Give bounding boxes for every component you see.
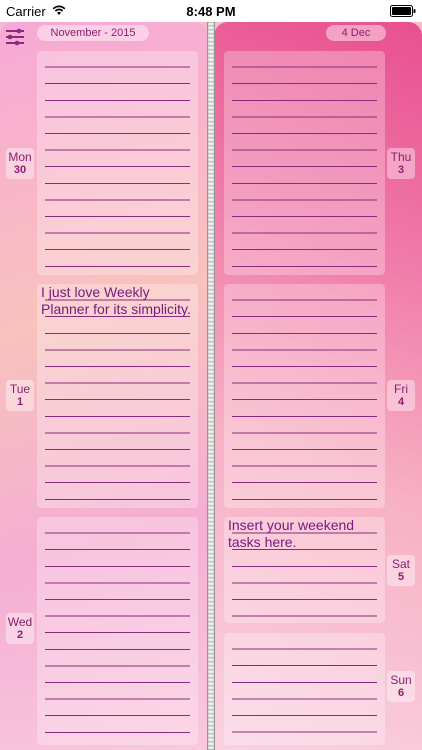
day-number: 4: [397, 396, 405, 408]
battery-icon: [390, 5, 416, 17]
day-number: 3: [397, 164, 405, 176]
day-name: Tue: [9, 382, 31, 396]
day-name: Sun: [390, 673, 412, 687]
day-box-mon[interactable]: [37, 51, 198, 275]
day-number: 1: [16, 396, 24, 408]
day-box-thu[interactable]: [224, 51, 385, 275]
book-spine: [207, 22, 215, 750]
day-label-wed: Wed 2: [6, 613, 34, 644]
date-selector[interactable]: 4 Dec: [326, 25, 386, 41]
day-label-sat: Sat 5: [387, 555, 415, 586]
day-box-fri[interactable]: [224, 284, 385, 508]
day-number: 6: [397, 687, 405, 699]
day-label-fri: Fri 4: [387, 380, 415, 411]
day-label-tue: Tue 1: [6, 380, 34, 411]
note-tue[interactable]: I just love Weekly Planner for its simpl…: [41, 284, 194, 317]
month-selector[interactable]: November - 2015: [37, 25, 149, 41]
day-number: 30: [13, 164, 27, 176]
day-name: Wed: [7, 615, 33, 629]
day-box-sat[interactable]: Insert your weekend tasks here.: [224, 517, 385, 623]
status-time: 8:48 PM: [186, 4, 236, 19]
day-number: 5: [397, 571, 405, 583]
day-number: 2: [16, 629, 24, 641]
day-label-thu: Thu 3: [387, 148, 415, 179]
day-name: Fri: [394, 382, 408, 396]
day-name: Sat: [391, 557, 410, 571]
day-name: Mon: [8, 150, 32, 164]
day-box-sun[interactable]: [224, 633, 385, 745]
day-name: Thu: [390, 150, 412, 164]
day-label-mon: Mon 30: [6, 148, 34, 179]
day-box-tue[interactable]: I just love Weekly Planner for its simpl…: [37, 284, 198, 508]
note-sat[interactable]: Insert your weekend tasks here.: [228, 517, 381, 550]
day-label-sun: Sun 6: [387, 671, 415, 702]
sliders-icon[interactable]: [4, 26, 26, 48]
status-bar: Carrier 8:48 PM: [0, 0, 422, 22]
day-box-wed[interactable]: [37, 517, 198, 745]
